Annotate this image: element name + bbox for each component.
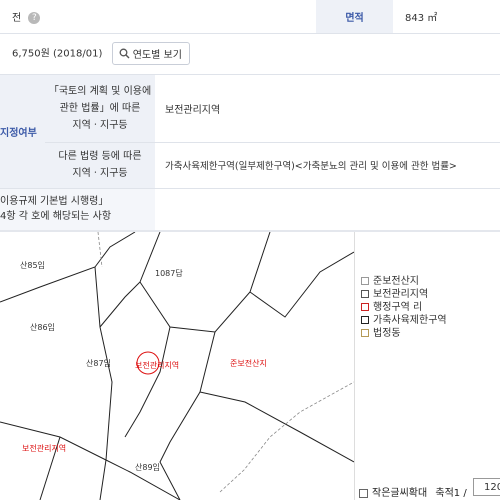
cadastral-map[interactable]: 산85임 1087답 산86임 산87임 산89임 보전관리지역 준보전산지 보…: [0, 232, 354, 500]
yearly-view-label: 연도별 보기: [132, 50, 182, 61]
law1-value: 보전관리지역: [155, 74, 500, 143]
price-cell: 6,750원 (2018/01) 연도별 보기: [0, 33, 500, 75]
law1-label-line3: 지역ㆍ지구등: [72, 119, 128, 131]
law1-header: 「국토의 계획 및 이용에 관한 법률」에 따른 지역ㆍ지구등: [45, 74, 155, 143]
land-category-text: 전: [12, 12, 22, 24]
zone-label: 보전관리지역: [22, 443, 66, 453]
law1-label-line1: 「국토의 계획 및 이용에: [48, 85, 152, 97]
legend-item: 법정동: [361, 324, 401, 339]
help-icon[interactable]: ?: [28, 11, 41, 24]
law3-label-line1: 이용규제 기본법 시행령」: [0, 196, 109, 207]
land-price: 6,750원 (2018/01): [12, 48, 103, 60]
parcel-label: 산85임: [20, 260, 45, 270]
map-canvas[interactable]: 산85임 1087답 산86임 산87임 산89임 보전관리지역 준보전산지 보…: [0, 232, 354, 500]
map-legend: 준보전산지 보전관리지역 행정구역 리 가축사육제한구역 법정동: [354, 232, 500, 500]
law3-header: 이용규제 기본법 시행령」 4항 각 호에 해당되는 사항: [0, 188, 155, 231]
land-info-table: 전 ? 면적 843 ㎡ 6,750원 (2018/01) 연도별 보기 지정여…: [0, 0, 500, 231]
parcel-label: 1087답: [155, 268, 183, 278]
area-header: 면적: [316, 0, 394, 34]
scale-label: 축적1 /: [435, 488, 467, 499]
law2-label-line1: 다른 법령 등에 따른: [58, 151, 142, 162]
law3-value: [155, 188, 500, 231]
law2-value: 가축사육제한구역(일부제한구역)<가축분뇨의 관리 및 이용에 관한 법률>: [155, 142, 500, 189]
legend-swatch-icon: [361, 303, 369, 311]
area-value: 843 ㎡: [393, 0, 500, 34]
scale-input[interactable]: 120: [473, 478, 500, 496]
zone-label: 준보전산지: [230, 358, 267, 368]
zoning-side-header: 지정여부: [0, 74, 45, 189]
legend-swatch-icon: [361, 277, 369, 285]
search-icon: [119, 48, 130, 59]
parcel-label: 산86임: [30, 322, 55, 332]
legend-item: 준보전산지: [361, 272, 419, 287]
parcel-label: 산87임: [86, 358, 111, 368]
yearly-view-button[interactable]: 연도별 보기: [111, 42, 190, 65]
law2-label-line2: 지역ㆍ지구등: [72, 168, 128, 179]
parcel-label: 산89임: [135, 462, 160, 472]
legend-swatch-icon: [361, 316, 369, 324]
legend-item: 행정구역 리: [361, 298, 422, 313]
law2-header: 다른 법령 등에 따른 지역ㆍ지구등: [45, 142, 155, 189]
legend-swatch-icon: [361, 329, 369, 337]
small-text-enlarge-checkbox[interactable]: [359, 488, 368, 498]
legend-item: 보전관리지역: [361, 285, 428, 300]
legend-item: 가축사육제한구역: [361, 311, 447, 326]
small-text-enlarge-label: 작은글씨확대: [372, 488, 428, 499]
legend-swatch-icon: [361, 290, 369, 298]
map-scale-bar: 작은글씨확대 축적1 /: [359, 484, 467, 499]
land-category-cell: 전 ?: [0, 0, 317, 34]
law3-label-line2: 4항 각 호에 해당되는 사항: [0, 211, 112, 222]
zoning-side-label: 지정여부: [0, 127, 37, 139]
law1-label-line2: 관한 법률」에 따른: [59, 102, 141, 114]
zone-label: 보전관리지역: [135, 360, 179, 370]
